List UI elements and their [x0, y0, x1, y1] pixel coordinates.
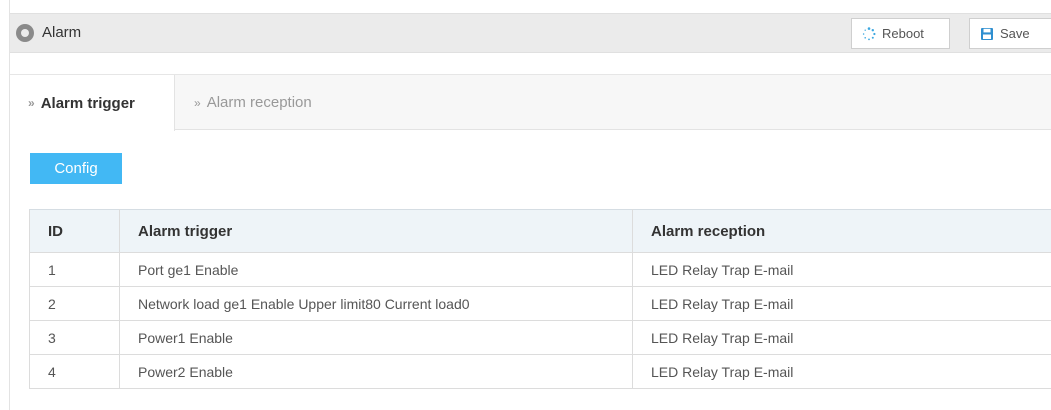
column-header-alarm-trigger[interactable]: Alarm trigger: [119, 209, 633, 253]
table-header-row: ID Alarm trigger Alarm reception: [29, 209, 1051, 253]
double-chevron-right-icon: »: [194, 95, 201, 110]
tab-bar: » Alarm trigger » Alarm reception: [10, 74, 1051, 131]
tab-alarm-reception[interactable]: » Alarm reception: [192, 75, 312, 130]
config-button[interactable]: Config: [30, 153, 122, 184]
cell-alarm-trigger: Power2 Enable: [119, 354, 633, 389]
double-chevron-right-icon: »: [28, 96, 35, 110]
cell-alarm-trigger: Port ge1 Enable: [119, 252, 633, 287]
tab-alarm-trigger[interactable]: » Alarm trigger: [10, 75, 175, 131]
save-label: Save: [1000, 26, 1030, 41]
cell-id: 2: [29, 286, 120, 321]
reboot-button[interactable]: Reboot: [851, 18, 950, 49]
save-disk-icon: [980, 27, 994, 41]
cell-alarm-trigger: Power1 Enable: [119, 320, 633, 355]
cell-alarm-reception: LED Relay Trap E-mail: [632, 252, 1051, 287]
alarm-table: ID Alarm trigger Alarm reception 1 Port …: [29, 209, 1051, 389]
cell-alarm-reception: LED Relay Trap E-mail: [632, 286, 1051, 321]
cell-alarm-trigger: Network load ge1 Enable Upper limit80 Cu…: [119, 286, 633, 321]
reboot-label: Reboot: [882, 26, 924, 41]
cell-id: 1: [29, 252, 120, 287]
cell-alarm-reception: LED Relay Trap E-mail: [632, 320, 1051, 355]
save-button[interactable]: Save: [969, 18, 1051, 49]
tab-label: Alarm trigger: [40, 94, 135, 112]
reboot-spinner-icon: [862, 26, 876, 41]
tab-label: Alarm reception: [206, 94, 312, 111]
panel-header: Alarm Reboot Save: [10, 13, 1051, 53]
alarm-panel: Alarm Reboot Save » Alarm trigger » Alar…: [9, 0, 1051, 410]
column-header-id[interactable]: ID: [29, 209, 120, 253]
table-row[interactable]: 4 Power2 Enable LED Relay Trap E-mail: [29, 354, 1051, 389]
page-title: Alarm: [42, 24, 82, 41]
cell-alarm-reception: LED Relay Trap E-mail: [632, 354, 1051, 389]
table-row[interactable]: 2 Network load ge1 Enable Upper limit80 …: [29, 286, 1051, 321]
table-row[interactable]: 3 Power1 Enable LED Relay Trap E-mail: [29, 320, 1051, 355]
column-header-alarm-reception[interactable]: Alarm reception: [632, 209, 1051, 253]
cell-id: 4: [29, 354, 120, 389]
table-row[interactable]: 1 Port ge1 Enable LED Relay Trap E-mail: [29, 252, 1051, 287]
cell-id: 3: [29, 320, 120, 355]
location-pin-icon: [16, 24, 34, 42]
